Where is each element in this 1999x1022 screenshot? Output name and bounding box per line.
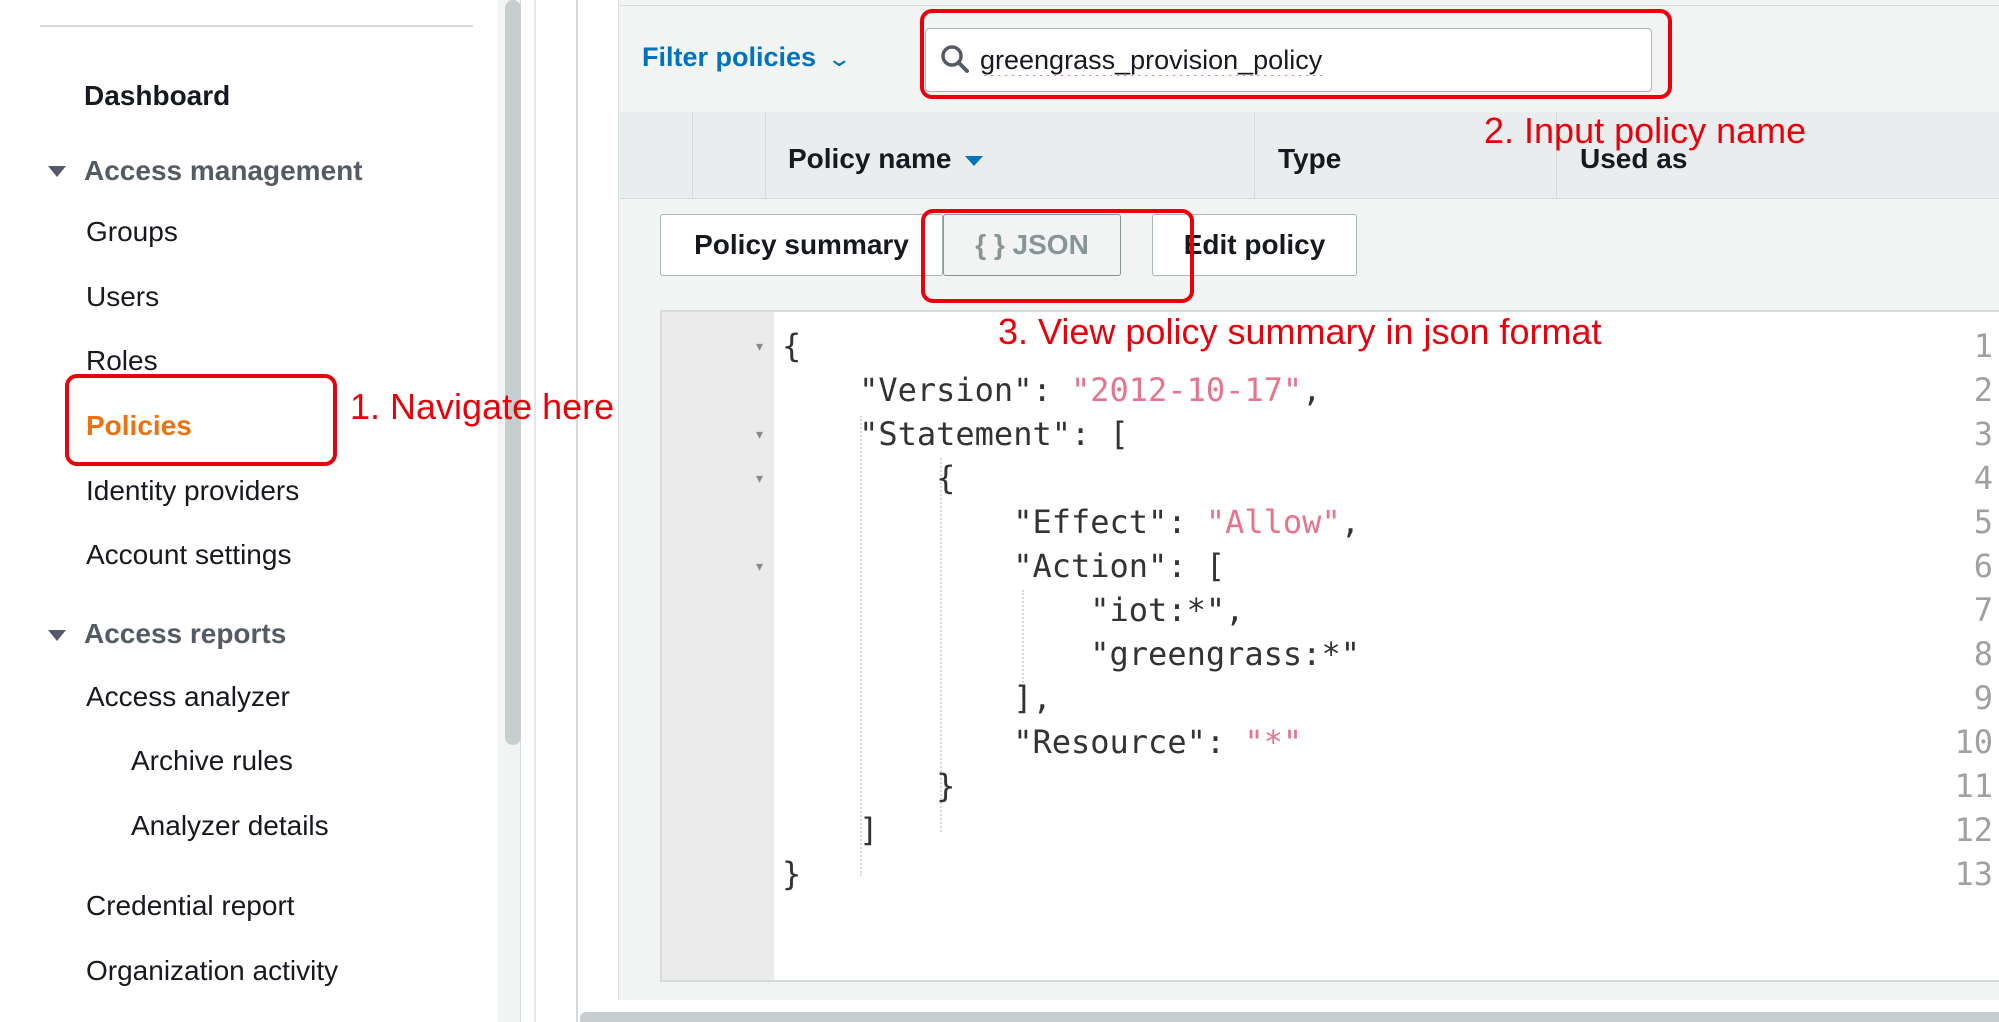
code-line: {: [782, 459, 956, 497]
line-number: 7: [1973, 591, 1993, 629]
line-number: 8: [1973, 635, 1993, 673]
sidebar-nav: Dashboard Access management Groups Users…: [0, 0, 500, 1022]
fold-arrow-icon[interactable]: ▾: [756, 426, 763, 443]
column-header-type[interactable]: Type: [1278, 143, 1341, 175]
fold-arrow-icon[interactable]: ▾: [756, 558, 763, 575]
line-number: 6: [1973, 547, 1993, 585]
fold-arrow-icon[interactable]: ▾: [756, 338, 763, 355]
fold-arrow-icon[interactable]: ▾: [756, 470, 763, 487]
sidebar-section-access-reports[interactable]: Access reports: [84, 618, 286, 650]
code-line: ],: [782, 679, 1052, 717]
annotation-box-search: [920, 9, 1672, 99]
code-line: ]: [782, 811, 879, 849]
line-number: 9: [1973, 679, 1993, 717]
sidebar-item-users[interactable]: Users: [86, 281, 159, 313]
caret-down-icon[interactable]: [48, 166, 66, 177]
sidebar-item-organization-activity[interactable]: Organization activity: [86, 955, 338, 987]
sidebar-item-analyzer-details[interactable]: Analyzer details: [131, 810, 329, 842]
caret-down-icon[interactable]: [48, 630, 66, 641]
sort-desc-icon: [965, 155, 984, 166]
line-number: 4: [1973, 459, 1993, 497]
column-header-policy-name[interactable]: Policy name: [788, 143, 984, 175]
sidebar-divider: [40, 25, 473, 27]
code-line: "Statement": [: [782, 415, 1129, 453]
sidebar-item-account-settings[interactable]: Account settings: [86, 539, 291, 571]
code-line: }: [782, 855, 802, 893]
annotation-step-2: 2. Input policy name: [1484, 110, 1807, 151]
sidebar-scrollbar-thumb[interactable]: [505, 0, 521, 745]
annotation-box-json-tab: [921, 209, 1194, 303]
sidebar-item-groups[interactable]: Groups: [86, 216, 178, 248]
annotation-step-3: 3. View policy summary in json format: [998, 311, 1602, 352]
code-line: {: [782, 327, 802, 365]
sidebar-item-dashboard[interactable]: Dashboard: [84, 80, 230, 112]
horizontal-scrollbar[interactable]: [580, 1012, 1999, 1022]
sidebar-item-identity-providers[interactable]: Identity providers: [86, 475, 299, 507]
sidebar-item-access-analyzer[interactable]: Access analyzer: [86, 681, 290, 713]
column-divider: [765, 112, 766, 199]
code-line: }: [782, 767, 956, 805]
line-number: 3: [1973, 415, 1993, 453]
filter-dropdown-label: Filter policies: [642, 42, 817, 72]
line-number: 5: [1973, 503, 1993, 541]
line-number: 11: [1954, 767, 1993, 805]
code-line: "Effect": "Allow",: [782, 503, 1360, 541]
code-line: "Action": [: [782, 547, 1226, 585]
line-number: 2: [1973, 371, 1993, 409]
code-line: "Resource": "*": [782, 723, 1303, 761]
line-number: 1: [1973, 327, 1993, 365]
line-number: 13: [1954, 855, 1993, 893]
json-code-editor[interactable]: 1 2 3 4 5 6 7 8 9 10 11 12 13 ▾ ▾ ▾ ▾ { …: [660, 310, 1999, 982]
chevron-down-icon: ⌄: [826, 46, 853, 71]
sidebar-item-roles[interactable]: Roles: [86, 345, 158, 377]
code-line: "greengrass:*": [782, 635, 1360, 673]
annotation-step-1: 1. Navigate here: [350, 386, 615, 427]
filter-policies-dropdown[interactable]: Filter policies ⌄: [642, 42, 853, 73]
annotation-box-policies: [65, 374, 337, 466]
code-line: "iot:*",: [782, 591, 1245, 629]
line-number: 10: [1954, 723, 1993, 761]
policy-summary-tab[interactable]: Policy summary: [660, 214, 943, 276]
content-divider: [576, 0, 578, 1022]
sidebar-section-access-management[interactable]: Access management: [84, 155, 363, 187]
line-number-gutter: [662, 312, 774, 980]
column-header-label: Policy name: [788, 143, 952, 174]
column-divider: [692, 112, 693, 199]
code-line: "Version": "2012-10-17",: [782, 371, 1322, 409]
line-number: 12: [1954, 811, 1993, 849]
sidebar-item-credential-report[interactable]: Credential report: [86, 890, 295, 922]
sidebar-item-archive-rules[interactable]: Archive rules: [131, 745, 293, 777]
column-divider: [1254, 112, 1255, 199]
